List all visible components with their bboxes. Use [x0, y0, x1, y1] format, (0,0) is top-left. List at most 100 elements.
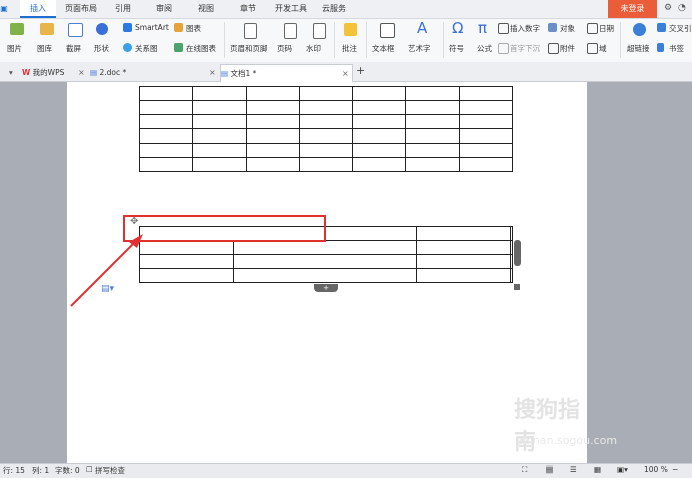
page-number-icon: [284, 23, 297, 39]
hyperlink-button[interactable]: 超链接: [627, 43, 650, 54]
table-row: [139, 240, 513, 255]
insert-number-button[interactable]: 插入数字: [510, 23, 540, 34]
picture-button[interactable]: 图片: [7, 43, 22, 54]
zoom-level: 100 %: [644, 465, 668, 474]
table-upper[interactable]: [138, 85, 514, 173]
fullscreen-icon[interactable]: ⛶: [522, 465, 527, 475]
menu-start-fragment[interactable]: ▣: [0, 0, 8, 18]
table-row: [138, 85, 514, 102]
table-row: [138, 114, 514, 130]
bookmark-icon: [657, 43, 664, 52]
comment-icon: [344, 23, 357, 36]
doc-icon: ▤: [90, 68, 98, 77]
tab-list-chevron-icon[interactable]: ▾: [9, 64, 13, 81]
add-row-handle-icon[interactable]: +: [314, 284, 338, 292]
textbox-icon: [380, 23, 395, 38]
paste-options-icon[interactable]: ▤▾: [101, 284, 114, 294]
object-button[interactable]: 对象: [560, 23, 575, 34]
pi-icon: π: [478, 19, 488, 37]
ribbon-separator: [224, 22, 225, 58]
menu-cloud[interactable]: 云服务: [318, 0, 350, 18]
web-view-icon[interactable]: ▦: [594, 465, 601, 474]
shapes-button[interactable]: 形状: [94, 43, 109, 54]
settings-icon[interactable]: ⚙: [664, 3, 672, 13]
menu-developer[interactable]: 开发工具: [270, 0, 312, 18]
smartart-button[interactable]: SmartArt: [135, 23, 169, 32]
chart-button[interactable]: 图表: [186, 23, 201, 34]
menu-review[interactable]: 审阅: [148, 0, 180, 18]
menu-insert[interactable]: 插入: [20, 0, 56, 18]
online-chart-button[interactable]: 在线图表: [186, 43, 216, 54]
tab-label: 2.doc *: [99, 68, 127, 77]
close-icon[interactable]: ×: [209, 64, 216, 81]
spellcheck-button[interactable]: 拼写检查: [95, 465, 125, 476]
document-tab-bar: ▾ W 我的WPS × ▤ 2.doc * × ▤ 文档1 * × +: [0, 62, 692, 82]
page-view-icon[interactable]: ▤: [546, 465, 554, 474]
attachment-icon: [548, 43, 559, 54]
date-button[interactable]: 日期: [599, 23, 614, 34]
table-resize-handle-icon[interactable]: [514, 284, 520, 290]
dropcap-icon: [498, 43, 509, 54]
textbox-button[interactable]: 文本框: [372, 43, 395, 54]
table-row: [138, 128, 514, 144]
table-row: [138, 100, 514, 116]
screenshot-icon: [68, 23, 83, 37]
status-col: 列: 1: [32, 466, 50, 475]
watermark-url: zhinan.sogou.com: [517, 434, 618, 447]
screenshot-button[interactable]: 截屏: [66, 43, 81, 54]
add-column-handle-icon[interactable]: [514, 240, 521, 266]
status-wordcount: 字数: 0: [55, 466, 80, 475]
page-number-button[interactable]: 页码: [277, 43, 292, 54]
document-page[interactable]: ✥ + ▤▾ 搜狗指南 zhinan.sogou.com: [67, 82, 617, 465]
insert-number-icon: [498, 23, 509, 34]
field-icon: [587, 43, 598, 54]
field-button[interactable]: 域: [599, 43, 607, 54]
table-row: [139, 254, 513, 269]
tab-label: 我的WPS: [32, 68, 65, 77]
gallery-icon: [40, 23, 54, 35]
watermark-button[interactable]: 水印: [306, 43, 321, 54]
close-icon[interactable]: ×: [342, 65, 349, 82]
menu-view[interactable]: 视图: [190, 0, 222, 18]
ribbon-separator: [620, 22, 621, 58]
status-row: 行: 15: [3, 466, 25, 475]
zoom-out-icon[interactable]: −: [672, 465, 678, 474]
bookmark-button[interactable]: 书签: [669, 43, 684, 54]
gallery-button[interactable]: 图库: [37, 43, 52, 54]
new-tab-button[interactable]: +: [356, 62, 365, 79]
relation-icon: [123, 43, 132, 52]
tab-label: 文档1 *: [230, 69, 257, 78]
relation-button[interactable]: 关系图: [135, 43, 158, 54]
red-arrow-icon: [70, 234, 143, 307]
crossref-button[interactable]: 交叉引: [669, 23, 692, 34]
tab-my-wps[interactable]: W 我的WPS ×: [22, 64, 90, 81]
login-button[interactable]: 未登录: [608, 0, 657, 18]
help-icon[interactable]: ◔: [678, 3, 686, 13]
menu-page-layout[interactable]: 页面布局: [60, 0, 102, 18]
menu-references[interactable]: 引用: [108, 0, 138, 18]
ribbon-separator: [366, 22, 367, 58]
object-icon: [548, 23, 557, 32]
header-footer-button[interactable]: 页眉和页脚: [230, 43, 268, 54]
omega-icon: Ω: [452, 19, 464, 37]
table-row: [139, 268, 513, 283]
reading-view-icon[interactable]: ▣▾: [617, 465, 628, 474]
tab-2-doc[interactable]: ▤ 2.doc * ×: [90, 64, 218, 81]
ribbon-separator: [443, 22, 444, 58]
online-chart-icon: [174, 43, 183, 52]
close-icon[interactable]: ×: [78, 64, 85, 81]
comment-button[interactable]: 批注: [342, 43, 357, 54]
tab-document1[interactable]: ▤ 文档1 * ×: [220, 64, 353, 82]
ribbon-insert: 图片 图库 截屏 形状 SmartArt 图表 关系图 在线图表 页眉和页脚 页…: [0, 19, 692, 63]
attachment-button[interactable]: 附件: [560, 43, 575, 54]
crossref-icon: [657, 23, 666, 32]
menu-bar: ▣ 插入 页面布局 引用 审阅 视图 章节 开发工具 云服务 未登录 ⚙ ◔: [0, 0, 692, 19]
outline-view-icon[interactable]: ☰: [570, 465, 577, 474]
menu-chapter[interactable]: 章节: [232, 0, 264, 18]
dropcap-button: 首字下沉: [510, 44, 540, 53]
formula-button[interactable]: 公式: [477, 43, 492, 54]
hyperlink-icon: [633, 23, 646, 36]
picture-icon: [10, 23, 24, 35]
wordart-button[interactable]: 艺术字: [408, 43, 431, 54]
symbol-button[interactable]: 符号: [449, 43, 464, 54]
